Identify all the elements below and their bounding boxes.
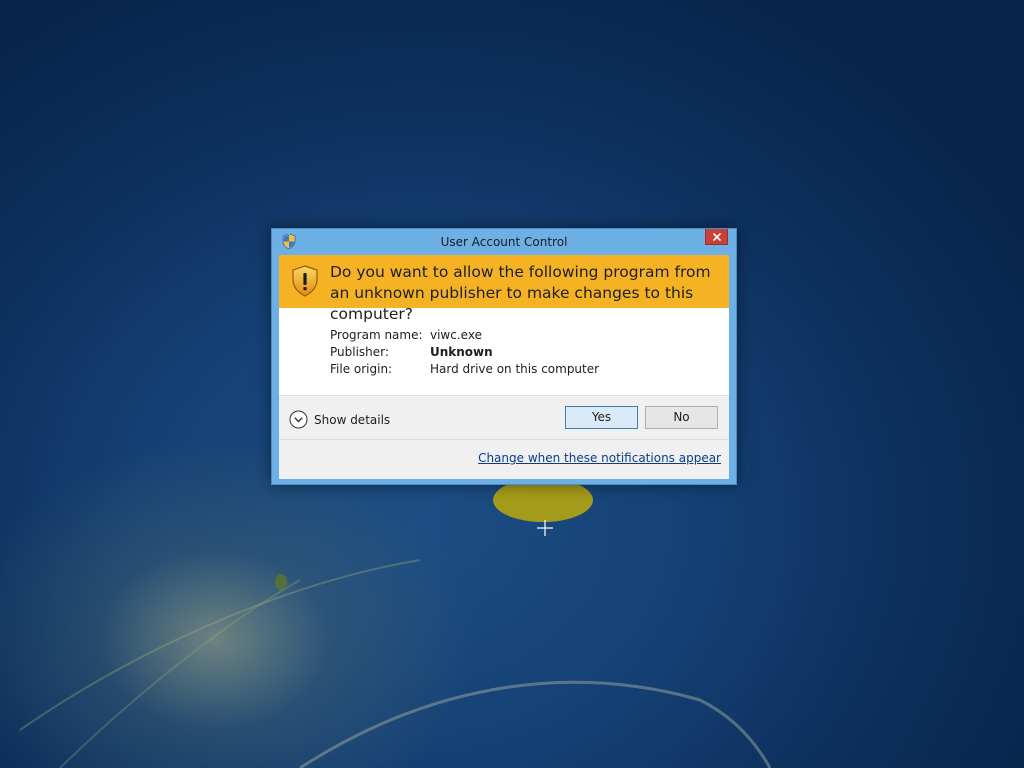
program-name-value: viwc.exe — [430, 328, 482, 342]
file-origin-label: File origin: — [330, 362, 393, 376]
program-name-label: Program name: — [330, 328, 423, 342]
uac-dialog: User Account Control Do you want to allo… — [271, 228, 737, 485]
action-area: Show details Yes No Change when these no… — [279, 395, 729, 479]
publisher-row: Publisher: Unknown — [330, 344, 599, 361]
desktop: User Account Control Do you want to allo… — [0, 0, 1024, 768]
warning-shield-icon — [292, 265, 318, 297]
no-button[interactable]: No — [645, 406, 718, 429]
window-title: User Account Control — [440, 235, 568, 249]
uac-question: Do you want to allow the following progr… — [330, 263, 711, 323]
program-name-row: Program name: viwc.exe — [330, 327, 599, 344]
publisher-value: Unknown — [430, 345, 493, 359]
warning-banner: Do you want to allow the following progr… — [279, 255, 729, 323]
separator — [279, 439, 729, 440]
crosshair-cursor-icon — [537, 520, 553, 536]
file-origin-row: File origin: Hard drive on this computer — [330, 361, 599, 378]
close-button[interactable] — [705, 229, 728, 245]
show-details-label: Show details — [314, 413, 391, 427]
file-origin-value: Hard drive on this computer — [430, 362, 600, 376]
chevron-down-icon — [289, 410, 308, 429]
change-notifications-link[interactable]: Change when these notifications appear — [478, 451, 721, 465]
title-bar[interactable]: User Account Control — [272, 229, 736, 254]
publisher-label: Publisher: — [330, 345, 389, 359]
yes-button[interactable]: Yes — [565, 406, 638, 429]
dialog-content: Do you want to allow the following progr… — [279, 255, 729, 479]
program-details: Program name: viwc.exe Publisher: Unknown … — [330, 327, 599, 378]
close-icon — [713, 233, 721, 241]
